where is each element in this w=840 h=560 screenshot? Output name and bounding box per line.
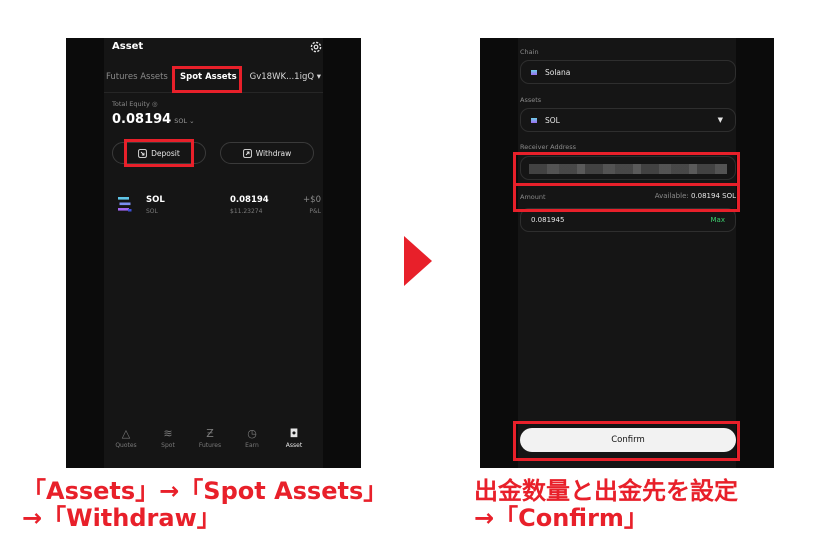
caption-left-line1: 「Assets」→「Spot Assets」 — [22, 477, 388, 505]
tab-futures-assets[interactable]: Futures Assets — [106, 72, 168, 82]
asset-usd-value: $11.23274 — [230, 208, 263, 215]
caption-left: 「Assets」→「Spot Assets」 →「Withdraw」 — [22, 478, 387, 532]
withdraw-button[interactable]: Withdraw — [220, 142, 314, 164]
account-selector[interactable]: Gv18WK...1igQ ▾ — [250, 72, 321, 82]
asset-screen-content: Asset Futures Assets Spot Assets Gv18WK.… — [104, 38, 323, 468]
gear-icon[interactable] — [309, 40, 323, 54]
nav-asset-label: Asset — [285, 442, 303, 449]
asset-amount: 0.08194 — [230, 195, 269, 205]
nav-spot-label: Spot — [161, 442, 175, 449]
chain-value: Solana — [545, 67, 571, 77]
asset-screen: Asset Futures Assets Spot Assets Gv18WK.… — [66, 38, 361, 468]
earn-icon: ◷ — [247, 427, 257, 440]
caption-right-line1: 出金数量と出金先を設定 — [474, 477, 738, 505]
total-equity-value: 0.08194 SOL ⌄ — [112, 112, 195, 127]
quotes-icon: △ — [121, 427, 131, 440]
highlight-confirm — [513, 421, 740, 461]
total-equity-unit[interactable]: SOL ⌄ — [174, 117, 194, 125]
highlight-deposit — [124, 139, 194, 167]
nav-quotes-label: Quotes — [115, 442, 137, 449]
nav-futures-label: Futures — [198, 442, 222, 449]
nav-quotes[interactable]: △ Quotes — [108, 426, 144, 449]
asset-pnl-label: P&L — [309, 208, 321, 215]
nav-spot[interactable]: ≋ Spot — [150, 426, 186, 449]
nav-futures[interactable]: Ƶ Futures — [192, 426, 228, 449]
caption-right: 出金数量と出金先を設定 →「Confirm」 — [474, 478, 738, 532]
caption-right-line2: →「Confirm」 — [474, 504, 648, 532]
withdraw-label: Withdraw — [255, 148, 292, 158]
bottom-nav: △ Quotes ≋ Spot Ƶ Futures ◷ Earn ◘ Asset — [104, 426, 323, 456]
withdraw-screen: Chain Solana Assets SOL ▼ Receiver Addre… — [480, 38, 774, 468]
receiver-address-label: Receiver Address — [520, 143, 577, 151]
chain-field[interactable]: Solana — [520, 60, 736, 84]
max-button[interactable]: Max — [711, 216, 725, 224]
chain-label: Chain — [520, 48, 539, 56]
nav-earn[interactable]: ◷ Earn — [234, 426, 270, 449]
solana-logo-icon — [118, 197, 132, 212]
assets-value: SOL — [545, 115, 560, 125]
nav-earn-label: Earn — [245, 442, 259, 449]
amount-value: 0.081945 — [531, 216, 565, 224]
nav-asset[interactable]: ◘ Asset — [276, 426, 312, 449]
next-step-arrow-icon — [404, 236, 432, 286]
caption-left-line2: →「Withdraw」 — [22, 504, 221, 532]
withdraw-icon — [242, 148, 252, 158]
page-title: Asset — [112, 41, 144, 52]
asset-icon: ◘ — [289, 427, 299, 440]
highlight-receiver-address — [513, 152, 740, 186]
total-equity-label: Total Equity ◎ — [112, 100, 158, 108]
asset-row-sol[interactable]: SOL SOL 0.08194 $11.23274 +$0 P&L — [104, 188, 323, 224]
solana-mini-icon — [531, 69, 537, 75]
withdraw-screen-content: Chain Solana Assets SOL ▼ Receiver Addre… — [518, 38, 736, 468]
asset-name: SOL — [146, 195, 165, 205]
highlight-spot-assets — [172, 66, 242, 93]
highlight-amount — [513, 183, 740, 212]
total-equity-amount: 0.08194 — [112, 112, 172, 127]
asset-pnl: +$0 — [303, 195, 321, 205]
spot-icon: ≋ — [163, 427, 173, 440]
chevron-down-icon: ▼ — [717, 116, 723, 124]
asset-symbol: SOL — [146, 208, 158, 215]
assets-select[interactable]: SOL ▼ — [520, 108, 736, 132]
assets-label: Assets — [520, 96, 542, 104]
sol-mini-icon — [531, 117, 537, 123]
futures-icon: Ƶ — [206, 427, 214, 440]
